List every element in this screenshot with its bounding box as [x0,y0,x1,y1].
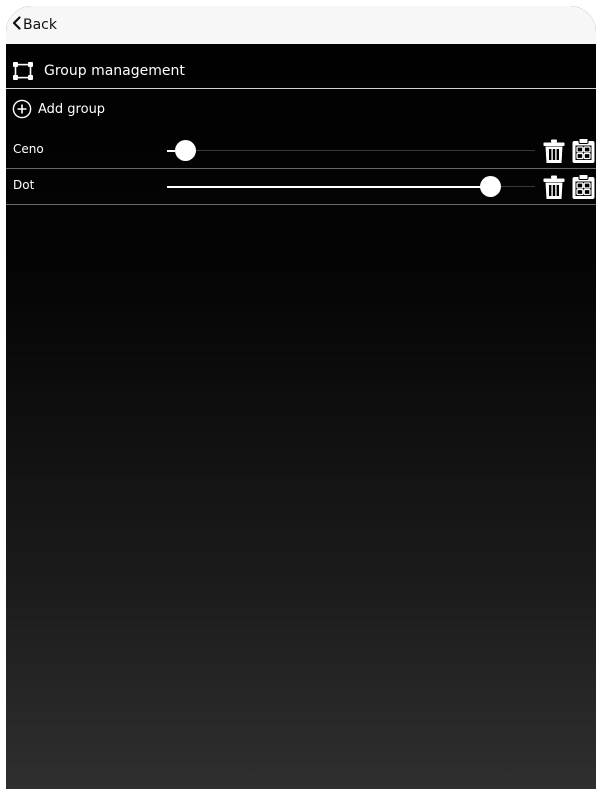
app-frame: Back Group management Add group Ceno Dot [6,6,596,789]
group-name: Ceno [13,142,44,156]
slider-fill [167,185,491,188]
add-group-button[interactable]: Add group [6,96,105,122]
group-slider[interactable] [167,170,535,204]
slider-track [167,150,535,151]
top-navigation-bar: Back [6,6,596,44]
chevron-left-icon [12,16,23,34]
page-title: Group management [44,63,185,79]
back-label: Back [23,17,57,33]
slider-thumb[interactable] [174,140,196,161]
trash-icon[interactable] [541,138,567,164]
group-row-dot: Dot [6,170,596,205]
slider-thumb[interactable] [480,176,502,197]
group-row-ceno: Ceno [6,134,596,169]
clipboard-grid-icon[interactable] [571,174,596,200]
trash-icon[interactable] [541,174,567,200]
group-nodes-icon [12,61,34,81]
clipboard-grid-icon[interactable] [571,138,596,164]
plus-circle-icon [12,99,32,119]
group-slider[interactable] [167,134,535,168]
back-button[interactable]: Back [12,16,57,34]
group-name: Dot [13,178,35,192]
add-group-label: Add group [38,101,106,117]
section-header: Group management [6,54,596,89]
